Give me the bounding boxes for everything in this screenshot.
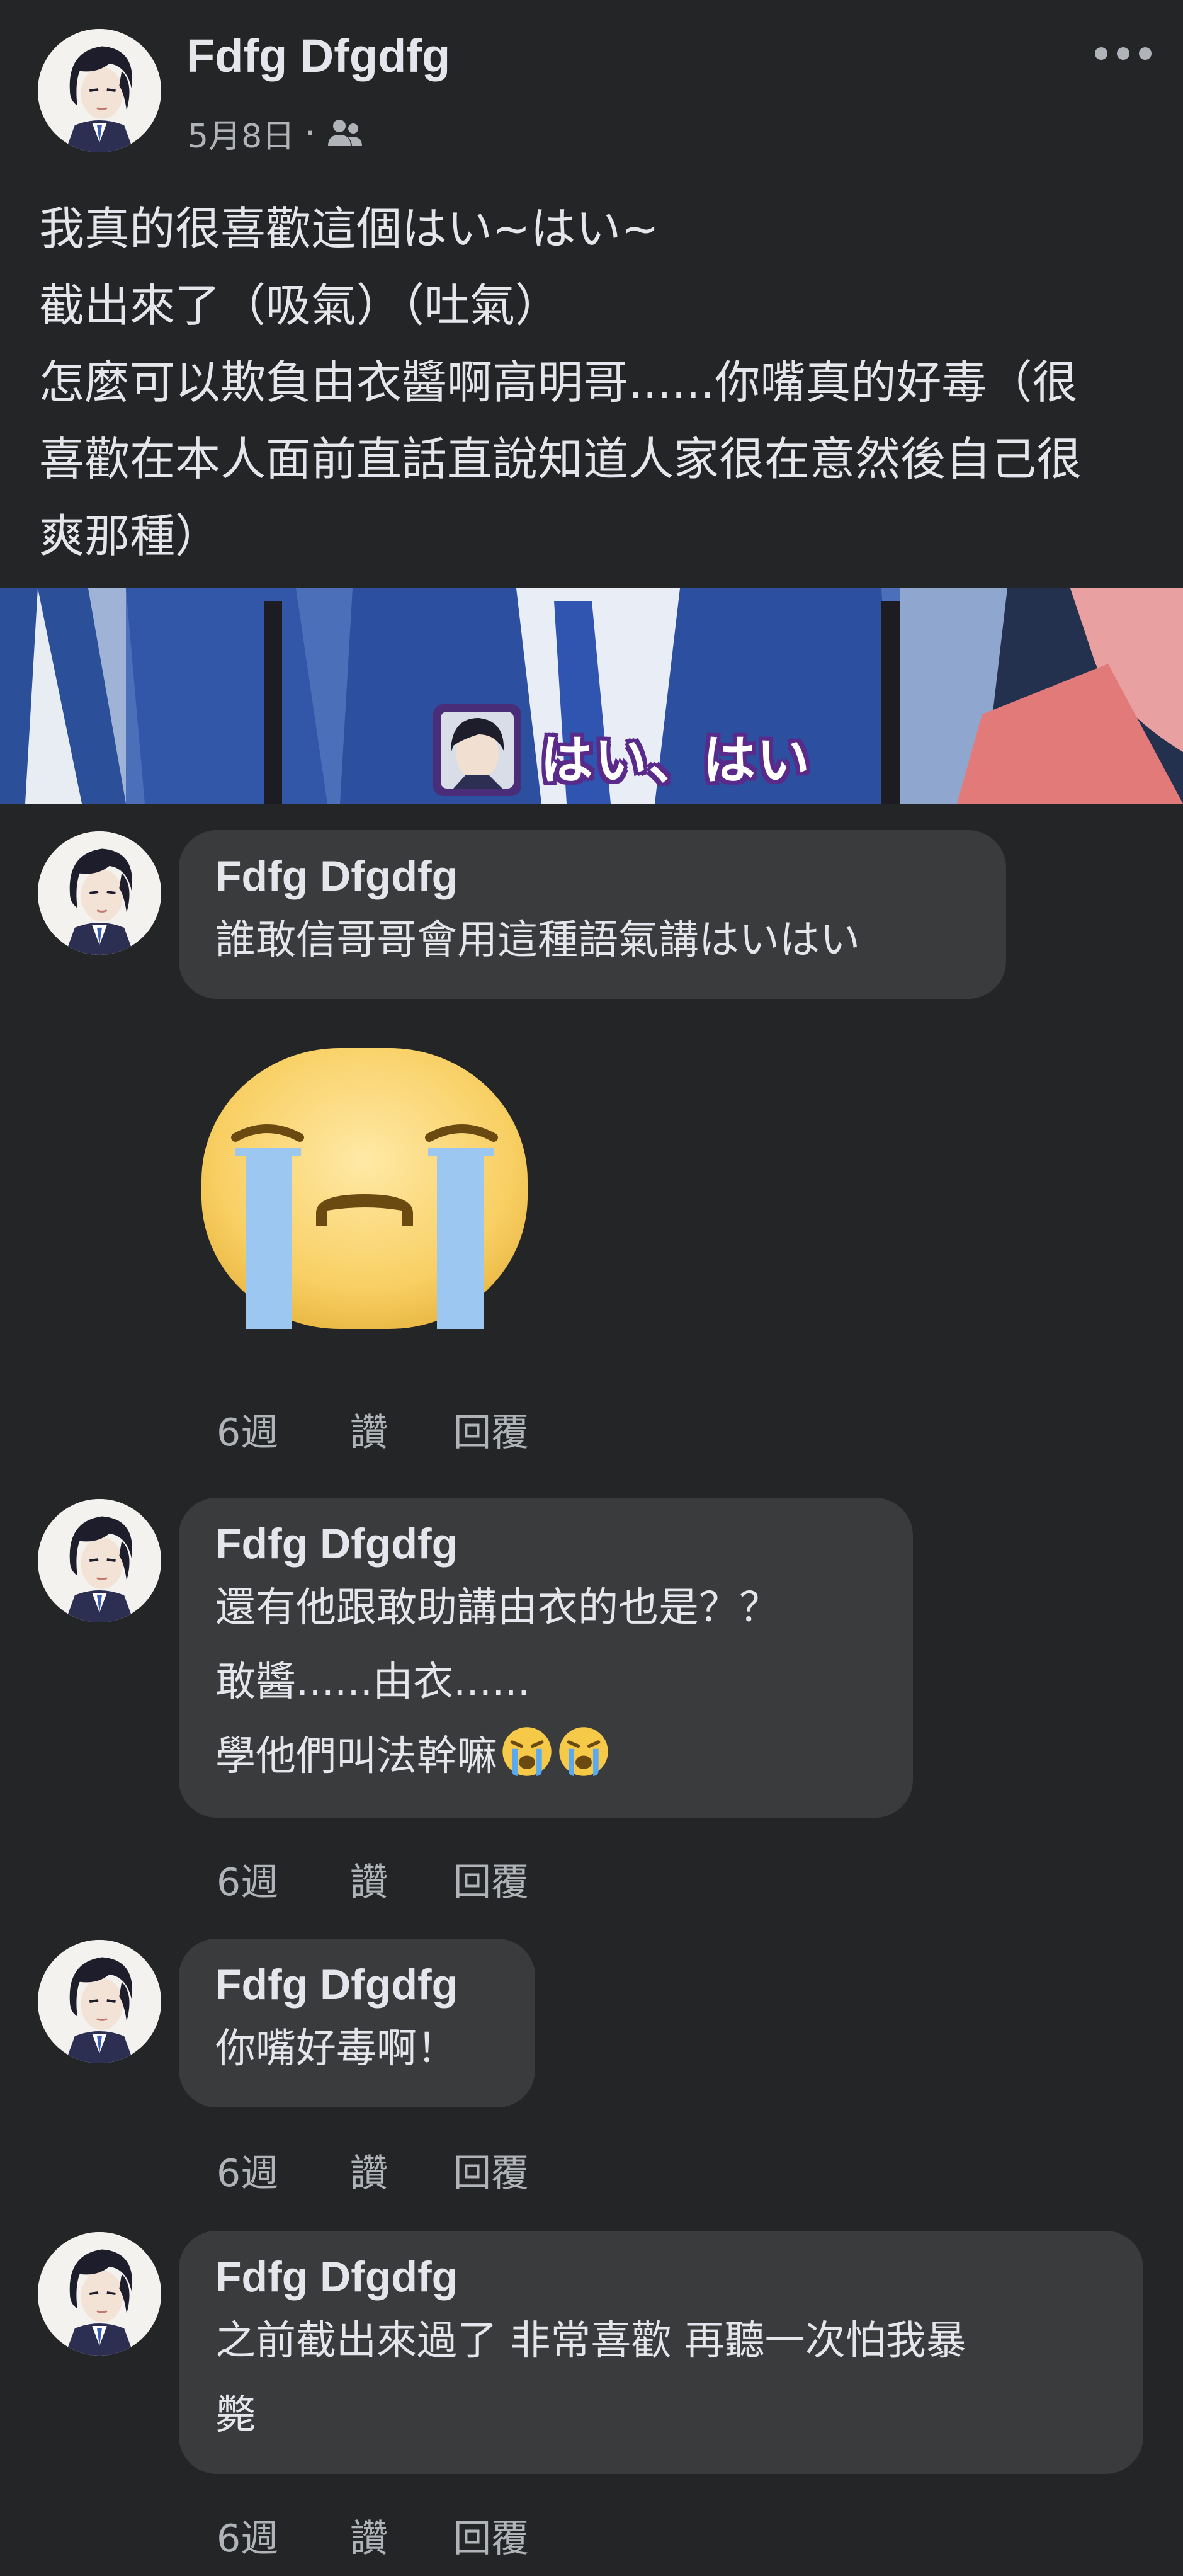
comment-actions: 6週 讚 回覆 <box>217 2508 529 2563</box>
post-text-line: 爽那種） <box>39 510 221 562</box>
reply-button[interactable]: 回覆 <box>453 1402 529 1457</box>
comment-text: 誰敢信哥哥會用這種語氣講はいはい <box>215 903 970 977</box>
post-date[interactable]: 5月8日 <box>188 110 295 157</box>
post-text-line: 截出來了（吸氣）（吐氣） <box>39 279 561 332</box>
post-text-line: 我真的很喜歡這個はい~はい~ <box>39 202 659 255</box>
comment-avatar[interactable] <box>38 831 161 955</box>
comment-time[interactable]: 6週 <box>217 1852 350 1906</box>
comment-text: 你嘴好毒啊！ <box>215 2012 499 2086</box>
post-meta: 5月8日 · <box>188 110 365 157</box>
image-subtitle: はい、はい <box>540 729 812 791</box>
comment-actions: 6週 讚 回覆 <box>217 1852 529 1906</box>
meta-separator: · <box>305 114 315 152</box>
comment-text-line: 誰敢信哥哥會用這種語氣講はいはい <box>215 917 860 964</box>
comment-text-line: 之前截出來過了 非常喜歡 再聽一次怕我暴 <box>215 2318 966 2364</box>
comment-text-segment: 學他們叫法幹嘛 <box>215 1733 497 1780</box>
comment-author[interactable]: Fdfg Dfgdfg <box>215 849 970 903</box>
comment-author[interactable]: Fdfg Dfgdfg <box>215 2250 1107 2304</box>
like-button[interactable]: 讚 <box>350 2143 453 2197</box>
reply-button[interactable]: 回覆 <box>453 1852 529 1906</box>
reply-button[interactable]: 回覆 <box>453 2143 529 2197</box>
comment-actions: 6週 讚 回覆 <box>217 2143 529 2197</box>
post-author-avatar[interactable] <box>38 29 161 152</box>
comment-time[interactable]: 6週 <box>217 1402 350 1457</box>
post-text-line: 喜歡在本人面前直話直說知道人家很在意然後自己很 <box>39 433 1082 486</box>
comment-bubble[interactable]: Fdfg Dfgdfg 誰敢信哥哥會用這種語氣講はいはい <box>179 830 1006 999</box>
comment-text-line: 學他們叫法幹嘛😭😭 <box>215 1719 876 1794</box>
comment-bubble[interactable]: Fdfg Dfgdfg 之前截出來過了 非常喜歡 再聽一次怕我暴 斃 <box>179 2231 1143 2474</box>
friends-icon[interactable] <box>325 117 365 150</box>
comment-text-line: 你嘴好毒啊！ <box>215 2026 457 2072</box>
like-button[interactable]: 讚 <box>350 1402 453 1457</box>
crying-face-sticker[interactable] <box>198 1043 531 1333</box>
like-button[interactable]: 讚 <box>350 2508 453 2563</box>
comment-text-line: 敢醬......由衣...... <box>215 1659 531 1706</box>
comment-actions: 6週 讚 回覆 <box>217 1402 529 1457</box>
comment-time[interactable]: 6週 <box>217 2143 350 2197</box>
crying-emoji-icon <box>502 1727 552 1776</box>
post-text: 我真的很喜歡這個はい~はい~ 截出來了（吸氣）（吐氣） 怎麼可以欺負由衣醬啊高明… <box>39 190 1147 574</box>
crying-emoji-icon <box>559 1727 608 1776</box>
comment-avatar[interactable] <box>38 2232 161 2356</box>
comment-bubble[interactable]: Fdfg Dfgdfg 還有他跟敢助講由衣的也是？？ 敢醬......由衣...… <box>179 1498 913 1818</box>
comment-author[interactable]: Fdfg Dfgdfg <box>215 1958 499 2012</box>
comment-avatar[interactable] <box>38 1940 161 2063</box>
comment-text: 還有他跟敢助講由衣的也是？？ 敢醬......由衣...... 學他們叫法幹嘛😭… <box>215 1571 876 1794</box>
like-button[interactable]: 讚 <box>350 1852 453 1906</box>
more-options-icon[interactable] <box>1095 44 1152 63</box>
comment-bubble[interactable]: Fdfg Dfgdfg 你嘴好毒啊！ <box>179 1939 535 2107</box>
comment-avatar[interactable] <box>38 1499 161 1622</box>
reply-button[interactable]: 回覆 <box>453 2508 529 2563</box>
comment-text: 之前截出來過了 非常喜歡 再聽一次怕我暴 斃 <box>215 2304 1107 2453</box>
comment-author[interactable]: Fdfg Dfgdfg <box>215 1517 876 1571</box>
comment-text-line: 還有他跟敢助講由衣的也是？？ <box>215 1585 779 1631</box>
comment-time[interactable]: 6週 <box>217 2508 350 2563</box>
post-author-name[interactable]: Fdfg Dfgdfg <box>186 29 450 83</box>
post-text-line: 怎麼可以欺負由衣醬啊高明哥......你嘴真的好毒（很 <box>39 356 1078 409</box>
comment-text-line: 斃 <box>215 2392 256 2439</box>
